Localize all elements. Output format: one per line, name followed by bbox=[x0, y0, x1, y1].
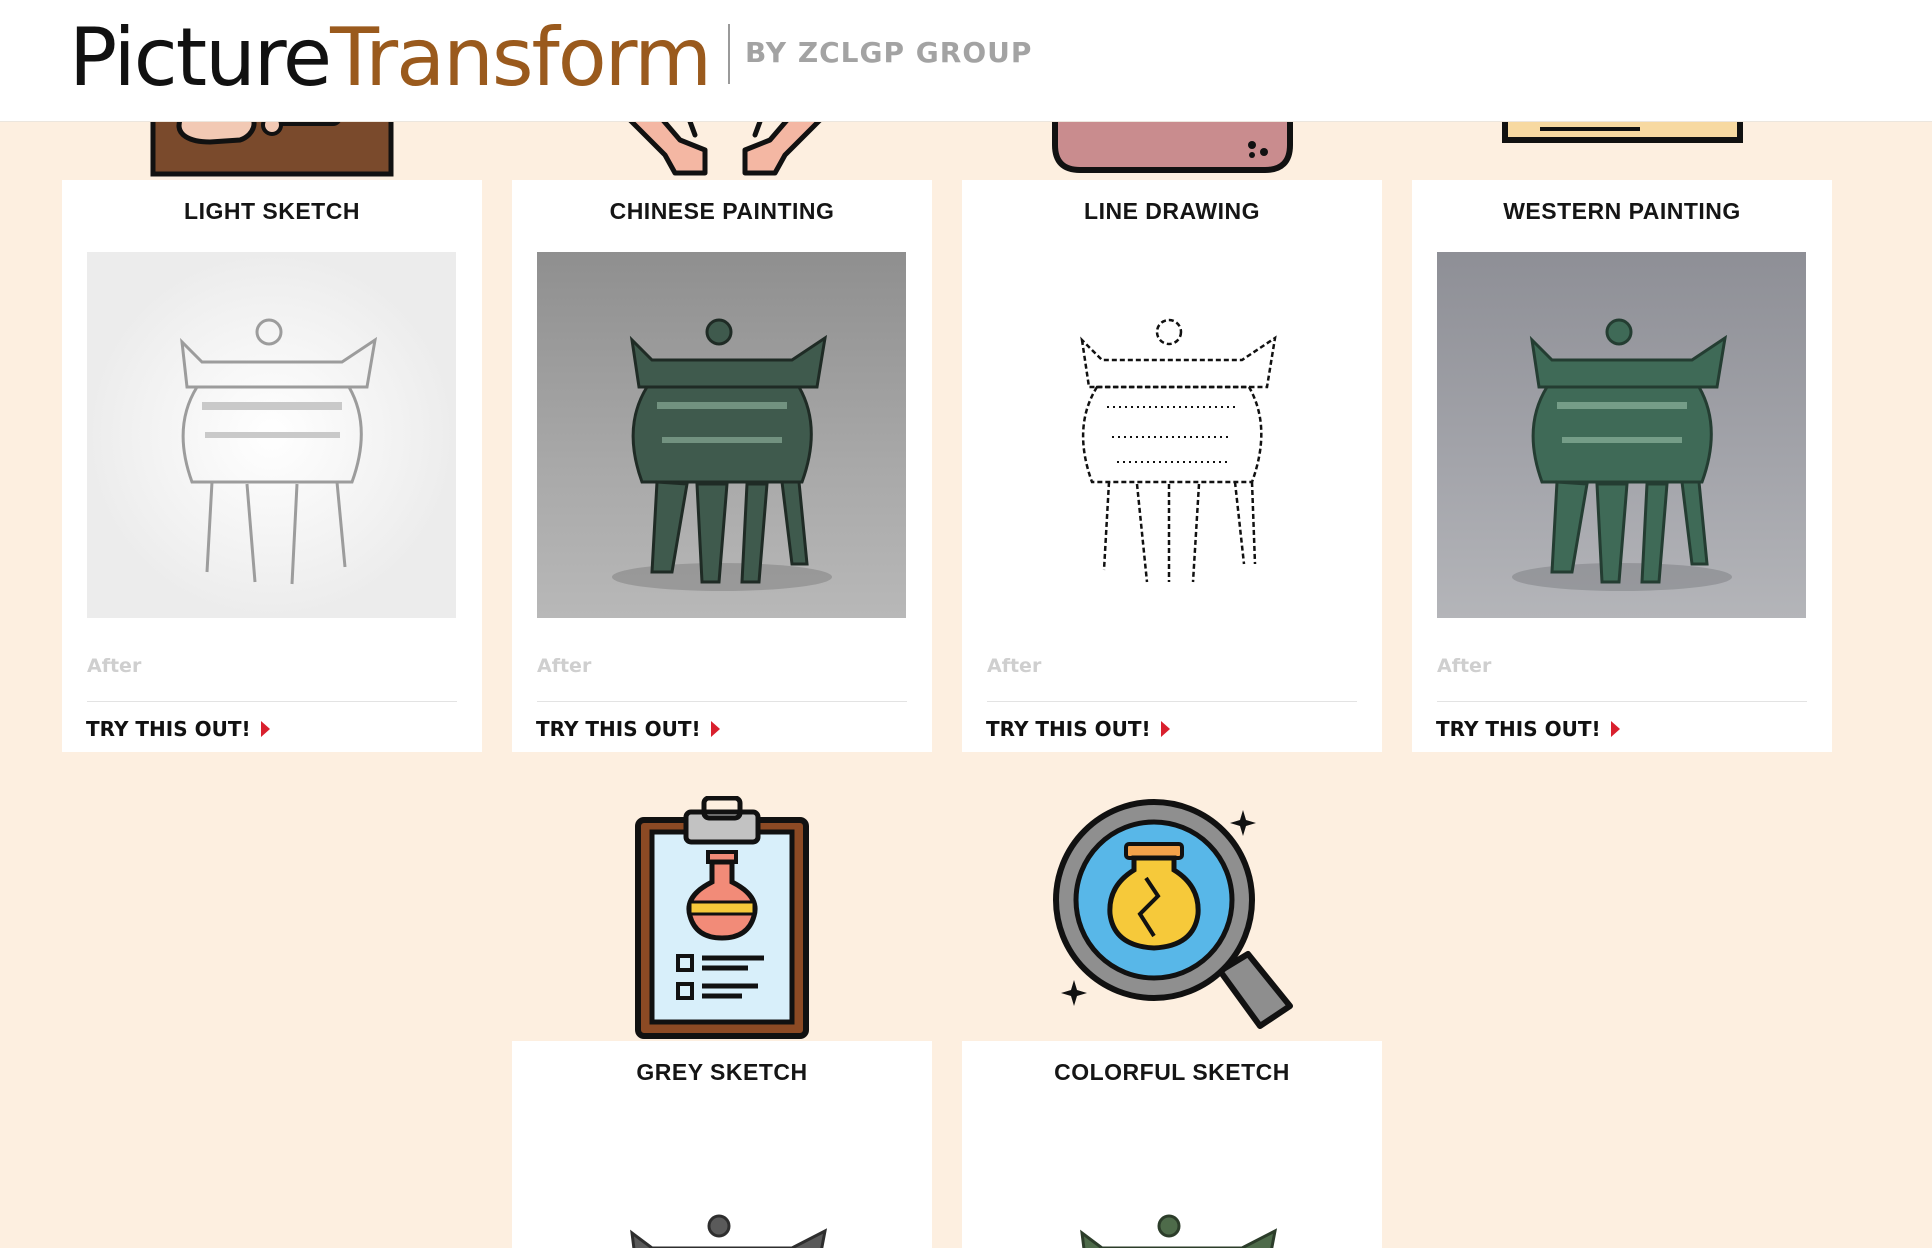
logo-divider bbox=[728, 24, 730, 84]
card-title: COLORFUL SKETCH bbox=[1054, 1059, 1290, 1085]
site-logo[interactable]: PictureTransform bbox=[69, 8, 712, 108]
card-western-painting: WESTERN PAINTING After TRY THIS OUT! bbox=[1412, 180, 1832, 752]
try-link-label: TRY THIS OUT! bbox=[86, 717, 251, 741]
logo-text-transform: Transform bbox=[330, 11, 712, 104]
card-title: CHINESE PAINTING bbox=[609, 198, 835, 224]
try-link-label: TRY THIS OUT! bbox=[986, 717, 1151, 741]
card-title: WESTERN PAINTING bbox=[1503, 198, 1741, 224]
card-caption: After bbox=[537, 655, 592, 677]
try-this-out-link[interactable]: TRY THIS OUT! bbox=[1436, 717, 1620, 741]
card-divider bbox=[537, 701, 907, 702]
clipboard-vase-icon bbox=[635, 796, 809, 1039]
try-this-out-link[interactable]: TRY THIS OUT! bbox=[536, 717, 720, 741]
western-painting-preview-image bbox=[1437, 252, 1806, 618]
line-drawing-preview-image bbox=[987, 252, 1356, 618]
grey-sketch-preview-image bbox=[537, 1113, 906, 1248]
card-caption: After bbox=[1437, 655, 1492, 677]
try-this-out-link[interactable]: TRY THIS OUT! bbox=[86, 717, 270, 741]
chinese-painting-preview-image bbox=[537, 252, 906, 618]
card-light-sketch: LIGHT SKETCH After TRY THIS OUT! bbox=[62, 180, 482, 752]
arrow-right-icon bbox=[1610, 721, 1620, 737]
card-title: GREY SKETCH bbox=[636, 1059, 808, 1085]
try-this-out-link[interactable]: TRY THIS OUT! bbox=[986, 717, 1170, 741]
card-caption: After bbox=[87, 655, 142, 677]
try-link-label: TRY THIS OUT! bbox=[1436, 717, 1601, 741]
site-header: PictureTransform BY ZCLGP GROUP bbox=[0, 0, 1932, 122]
card-title: LIGHT SKETCH bbox=[184, 198, 360, 224]
card-chinese-painting: CHINESE PAINTING After TRY THIS OUT! bbox=[512, 180, 932, 752]
arrow-right-icon bbox=[260, 721, 270, 737]
colorful-sketch-preview-image bbox=[987, 1113, 1356, 1248]
card-caption: After bbox=[987, 655, 1042, 677]
card-colorful-sketch: COLORFUL SKETCH bbox=[962, 1041, 1382, 1248]
card-grey-sketch: GREY SKETCH bbox=[512, 1041, 932, 1248]
card-line-drawing: LINE DRAWING After TRY THIS OUT! bbox=[962, 180, 1382, 752]
byline: BY ZCLGP GROUP bbox=[745, 36, 1033, 69]
magnifier-vase-icon bbox=[1053, 799, 1293, 1029]
arrow-right-icon bbox=[1160, 721, 1170, 737]
card-divider bbox=[987, 701, 1357, 702]
arrow-right-icon bbox=[710, 721, 720, 737]
logo-text-picture: Picture bbox=[69, 11, 332, 104]
light-sketch-preview-image bbox=[87, 252, 456, 618]
try-link-label: TRY THIS OUT! bbox=[536, 717, 701, 741]
card-title: LINE DRAWING bbox=[1084, 198, 1260, 224]
card-divider bbox=[87, 701, 457, 702]
card-divider bbox=[1437, 701, 1807, 702]
